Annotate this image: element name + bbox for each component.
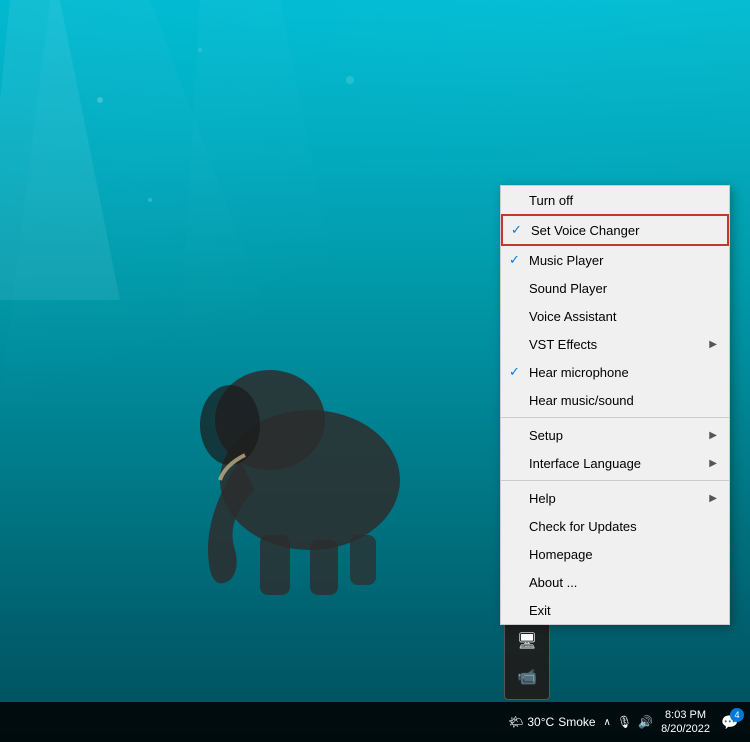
arrow-icon-vst-effects: ▶ xyxy=(709,339,717,350)
taskbar-right: 🌤 30°C Smoke ∧ 🎙 🔊 8:03 PM 8/20/2022 💬 4 xyxy=(508,708,742,737)
menu-separator xyxy=(501,480,729,481)
taskbar: 🌤 30°C Smoke ∧ 🎙 🔊 8:03 PM 8/20/2022 💬 4 xyxy=(0,702,750,742)
temperature: 30°C xyxy=(527,715,554,729)
arrow-icon-setup: ▶ xyxy=(709,430,717,441)
clock[interactable]: 8:03 PM 8/20/2022 xyxy=(661,708,710,737)
volume-icon[interactable]: 🔊 xyxy=(638,715,653,729)
tray-sidebar-icon-3[interactable]: 📹 xyxy=(511,661,543,693)
notification-center[interactable]: 💬 4 xyxy=(718,710,742,734)
date-display: 8/20/2022 xyxy=(661,722,710,736)
time-display: 8:03 PM xyxy=(665,708,706,722)
system-tray: ∧ 🎙 🔊 xyxy=(604,715,654,729)
menu-label-voice-assistant: Voice Assistant xyxy=(529,309,717,324)
weather-info: 🌤 30°C Smoke xyxy=(508,715,595,729)
menu-item-music-player[interactable]: ✓Music Player xyxy=(501,246,729,274)
menu-label-exit: Exit xyxy=(529,603,717,618)
arrow-icon-interface-language: ▶ xyxy=(709,458,717,469)
check-icon-hear-microphone: ✓ xyxy=(509,364,529,380)
notification-count: 4 xyxy=(730,708,744,722)
menu-item-help[interactable]: Help▶ xyxy=(501,484,729,512)
arrow-icon-help: ▶ xyxy=(709,493,717,504)
weather-condition: Smoke xyxy=(558,715,595,729)
weather-icon: 🌤 xyxy=(508,715,523,729)
menu-item-set-voice-changer[interactable]: ✓Set Voice Changer xyxy=(501,214,729,246)
menu-label-interface-language: Interface Language xyxy=(529,456,709,471)
menu-item-check-for-updates[interactable]: Check for Updates xyxy=(501,512,729,540)
mic-icon: 🎙 xyxy=(617,715,632,729)
menu-item-about[interactable]: About ... xyxy=(501,568,729,596)
menu-item-interface-language[interactable]: Interface Language▶ xyxy=(501,449,729,477)
menu-item-homepage[interactable]: Homepage xyxy=(501,540,729,568)
menu-label-homepage: Homepage xyxy=(529,547,717,562)
menu-label-turn-off: Turn off xyxy=(529,193,717,208)
menu-label-about: About ... xyxy=(529,575,717,590)
menu-item-exit[interactable]: Exit xyxy=(501,596,729,624)
context-menu: Turn off✓Set Voice Changer✓Music PlayerS… xyxy=(500,185,730,625)
menu-separator xyxy=(501,417,729,418)
menu-label-set-voice-changer: Set Voice Changer xyxy=(531,223,715,238)
menu-label-vst-effects: VST Effects xyxy=(529,337,709,352)
check-icon-music-player: ✓ xyxy=(509,252,529,268)
menu-item-vst-effects[interactable]: VST Effects▶ xyxy=(501,330,729,358)
menu-item-setup[interactable]: Setup▶ xyxy=(501,421,729,449)
menu-label-hear-music-sound: Hear music/sound xyxy=(529,393,717,408)
tray-sidebar-icon-2[interactable]: 🖥 xyxy=(511,625,543,657)
menu-label-hear-microphone: Hear microphone xyxy=(529,365,717,380)
check-icon-set-voice-changer: ✓ xyxy=(511,222,531,238)
menu-label-help: Help xyxy=(529,491,709,506)
menu-label-music-player: Music Player xyxy=(529,253,717,268)
menu-item-turn-off[interactable]: Turn off xyxy=(501,186,729,214)
menu-label-setup: Setup xyxy=(529,428,709,443)
menu-item-sound-player[interactable]: Sound Player xyxy=(501,274,729,302)
menu-item-voice-assistant[interactable]: Voice Assistant xyxy=(501,302,729,330)
tray-chevron[interactable]: ∧ xyxy=(604,717,611,728)
menu-item-hear-music-sound[interactable]: Hear music/sound xyxy=(501,386,729,414)
menu-label-sound-player: Sound Player xyxy=(529,281,717,296)
menu-item-hear-microphone[interactable]: ✓Hear microphone xyxy=(501,358,729,386)
menu-label-check-for-updates: Check for Updates xyxy=(529,519,717,534)
